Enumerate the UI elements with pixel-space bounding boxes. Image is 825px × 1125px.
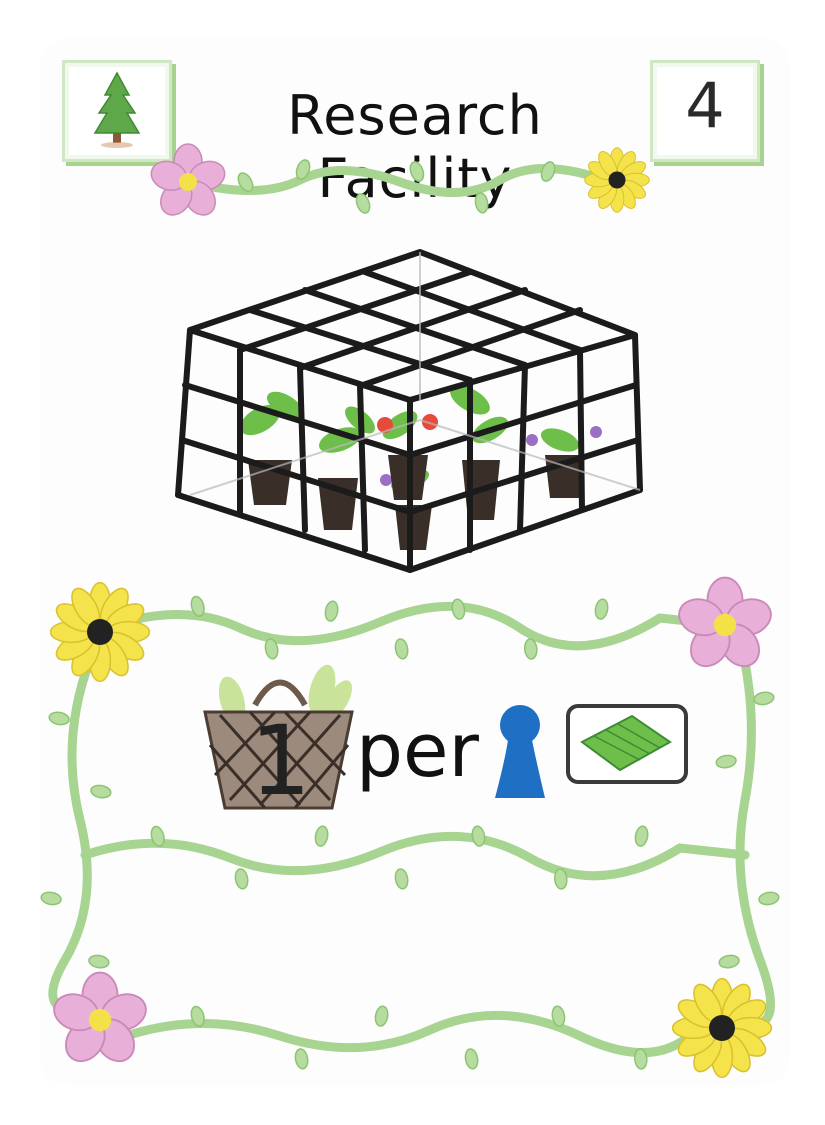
reward-amount: 1 (250, 705, 312, 817)
green-card-icon (566, 704, 688, 784)
ability-connector-text: per (356, 708, 479, 794)
ability-row (203, 664, 688, 810)
blue-worker-meeple-icon (495, 705, 545, 798)
